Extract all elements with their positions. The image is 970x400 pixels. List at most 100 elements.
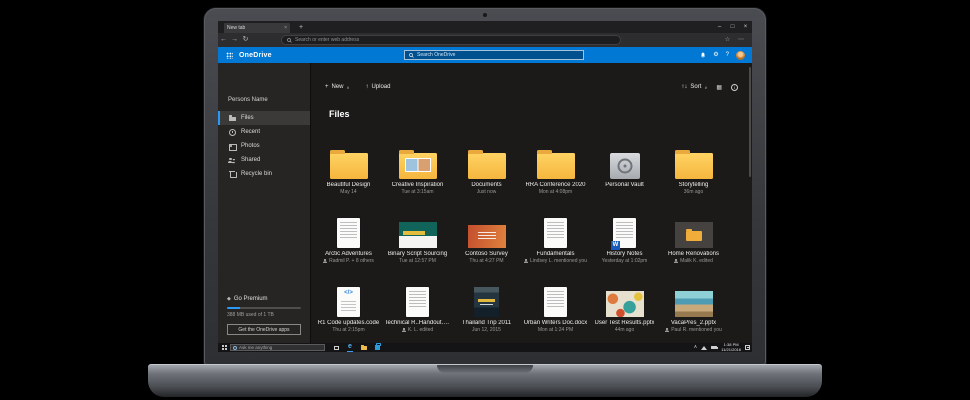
new-tab-button[interactable]: + [296, 23, 306, 33]
thumbnail-art [605, 291, 644, 317]
scrollbar[interactable] [749, 67, 751, 177]
search-icon [409, 52, 414, 58]
forward-icon[interactable]: → [229, 33, 240, 47]
bell-icon[interactable] [700, 52, 706, 58]
file-name: User Test Results.pptx [594, 320, 655, 326]
minimize-button[interactable]: – [713, 21, 726, 33]
command-bar: + New ∨ ↑ Upload ↑↓ Sort ∨ ▦ i [311, 80, 752, 94]
start-button[interactable] [218, 343, 230, 352]
premium-label: Go Premium [233, 296, 268, 302]
thumbnail-art [674, 150, 713, 179]
people-icon [228, 156, 236, 164]
edge-icon[interactable]: e [347, 343, 353, 352]
browser-tab[interactable]: New tab × [224, 23, 290, 33]
taskbar-app-icons: e [334, 343, 381, 352]
file-item[interactable]: Home Renovations Malik K. edited [659, 208, 728, 277]
onedrive-title: OneDrive [239, 51, 272, 59]
thumbnail-art [337, 287, 360, 317]
avatar[interactable] [736, 50, 745, 60]
file-item[interactable]: Beautiful Design May 14 [314, 139, 383, 208]
file-item[interactable]: R1 Code updates.code Thu at 2:15pm [314, 277, 383, 346]
tab-title: New tab [227, 25, 246, 31]
file-item[interactable]: Fundamentals Lindsey L. mentioned you [521, 208, 590, 277]
sort-label: Sort [690, 84, 702, 90]
sort-icon: ↑↓ [681, 84, 688, 90]
action-center-icon[interactable] [745, 345, 750, 350]
file-thumbnail [659, 139, 728, 179]
new-button[interactable]: + New ∨ [325, 84, 349, 90]
file-name: Contoso Survey [465, 251, 508, 257]
back-icon[interactable]: ← [218, 33, 229, 47]
tab-close-icon[interactable]: × [284, 25, 287, 31]
taskbar-search-input[interactable] [239, 345, 322, 350]
wifi-icon[interactable] [701, 345, 708, 350]
file-name: Home Renovations [667, 251, 720, 257]
gear-icon[interactable]: ⚙ [713, 47, 718, 63]
file-name: R1 Code updates.code [317, 320, 380, 326]
view-toggle-icon[interactable]: ▦ [716, 84, 722, 91]
file-thumbnail [383, 277, 452, 317]
sidebar-item-shared[interactable]: Shared [218, 153, 310, 167]
taskbar-clock[interactable]: 1:38 PM 11/21/2016 [721, 342, 741, 352]
folder-icon [228, 114, 236, 122]
file-item[interactable]: History Notes Yesterday at 1:02pm [590, 208, 659, 277]
favorites-star-icon[interactable]: ☆ [725, 33, 730, 47]
thumbnail-art [329, 150, 368, 179]
sidebar-bottom: ◆ Go Premium 388 MB used of 1 TB Get the… [218, 296, 310, 335]
close-button[interactable]: × [739, 21, 752, 33]
file-subtitle: May 14 [340, 189, 357, 195]
task-view-icon[interactable] [334, 345, 339, 350]
address-input[interactable] [295, 37, 615, 43]
maximize-button[interactable]: □ [726, 21, 739, 33]
file-item[interactable]: Urban Writers Doc.docx Mon at 1:24 PM [521, 277, 590, 346]
file-name: VacaPres_2.pptx [670, 320, 717, 326]
file-item[interactable]: Binary Script Sourcing Tue at 12:57 PM [383, 208, 452, 277]
file-item[interactable]: Contoso Survey Thu at 4:27 PM [452, 208, 521, 277]
file-explorer-icon[interactable] [360, 344, 367, 350]
file-subtitle: Radmil P. + 8 others [323, 258, 374, 264]
file-subtitle: Thu at 4:27 PM [469, 258, 504, 264]
upload-icon: ↑ [365, 84, 369, 90]
file-item[interactable]: Arctic Adventures Radmil P. + 8 others [314, 208, 383, 277]
onedrive-header-actions: ⚙ ? [700, 47, 745, 63]
help-icon[interactable]: ? [726, 47, 729, 63]
battery-icon[interactable] [711, 345, 719, 350]
sidebar-item-files[interactable]: Files [218, 111, 310, 125]
store-icon[interactable] [374, 343, 381, 350]
sort-button[interactable]: ↑↓ Sort ∨ [681, 84, 707, 90]
chevron-down-icon: ∨ [346, 84, 350, 90]
refresh-icon[interactable]: ↻ [240, 33, 251, 47]
file-thumbnail [590, 208, 659, 250]
sidebar-item-photos[interactable]: Photos [218, 139, 310, 153]
file-item[interactable]: VacaPres_2.pptx Paul R. mentioned you [659, 277, 728, 346]
file-subtitle: Mon at 4:08pm [538, 189, 573, 195]
tray-chevron-icon[interactable]: ∧ [694, 345, 698, 350]
more-menu-icon[interactable]: ⋯ [738, 33, 744, 47]
file-thumbnail [521, 139, 590, 179]
thumbnail-art [398, 150, 437, 179]
file-name: Thailand Trip 2011 [461, 320, 512, 326]
file-item[interactable]: Creative Inspiration Tue at 3:15am [383, 139, 452, 208]
file-name: Beautiful Design [326, 182, 371, 188]
file-item[interactable]: RRA Conference 2020 Mon at 4:08pm [521, 139, 590, 208]
file-item[interactable]: Thailand Trip 2011 Jun 12, 2015 [452, 277, 521, 346]
app-launcher-icon[interactable] [226, 51, 233, 59]
cortana-icon [233, 345, 237, 350]
file-item[interactable]: Documents Just now [452, 139, 521, 208]
file-item[interactable]: Personal Vault [590, 139, 659, 208]
go-premium-link[interactable]: ◆ Go Premium [227, 296, 301, 302]
sidebar-item-recent[interactable]: Recent [218, 125, 310, 139]
file-subtitle: Malik K. edited [674, 258, 713, 264]
thumbnail-art [337, 218, 360, 248]
taskbar-search[interactable] [230, 344, 325, 351]
sidebar-item-recycle-bin[interactable]: Recycle bin [218, 167, 310, 181]
file-item[interactable]: Technical R..Handout.pptx K. L. edited [383, 277, 452, 346]
onedrive-search-box[interactable] [404, 50, 584, 60]
address-field[interactable] [281, 35, 621, 45]
get-apps-button[interactable]: Get the OneDrive apps [227, 324, 301, 335]
file-item[interactable]: Storytelling 36m ago [659, 139, 728, 208]
upload-button[interactable]: ↑ Upload [365, 84, 390, 90]
info-icon[interactable]: i [731, 83, 738, 91]
onedrive-search-input[interactable] [417, 52, 579, 58]
file-item[interactable]: User Test Results.pptx 44m ago [590, 277, 659, 346]
